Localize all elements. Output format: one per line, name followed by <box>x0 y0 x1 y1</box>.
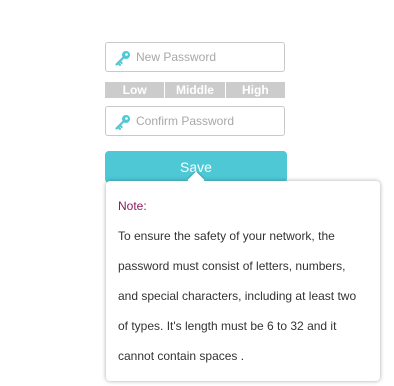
note-line: of types. It's length must be 6 to 32 an… <box>118 319 337 333</box>
note-line: password must consist of letters, number… <box>118 259 346 273</box>
key-icon <box>114 49 132 67</box>
confirm-password-input[interactable] <box>136 111 276 131</box>
note-line: To ensure the safety of your network, th… <box>118 229 335 243</box>
password-form: Low Middle High Save Note: To ensure the… <box>0 0 394 386</box>
strength-middle-label: Middle <box>164 82 224 98</box>
note-title: Note: <box>118 199 147 213</box>
strength-low-label: Low <box>122 83 147 97</box>
password-strength-meter: Low Middle High <box>105 82 285 98</box>
new-password-input[interactable] <box>136 47 276 67</box>
key-icon <box>114 113 132 131</box>
confirm-password-field[interactable] <box>105 106 285 136</box>
note-line: and special characters, including at lea… <box>118 289 357 303</box>
new-password-field[interactable] <box>105 42 285 72</box>
password-rules-tooltip: Note: To ensure the safety of your netwo… <box>106 171 380 381</box>
note-line: cannot contain spaces . <box>118 349 245 363</box>
note-body: To ensure the safety of your network, th… <box>118 221 368 371</box>
strength-high-label: High <box>224 82 285 98</box>
